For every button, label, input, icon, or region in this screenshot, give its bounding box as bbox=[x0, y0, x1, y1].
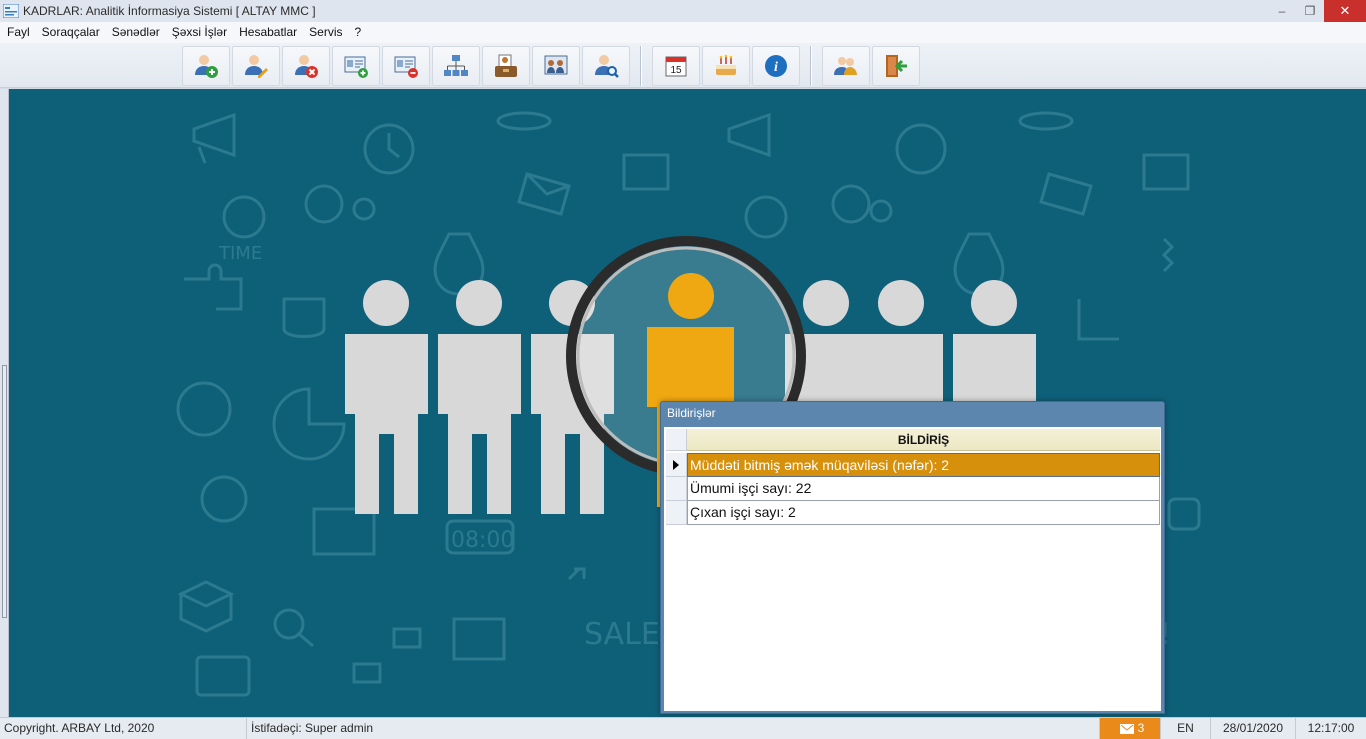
close-button[interactable]: ✕ bbox=[1324, 0, 1366, 22]
notifications-dialog: Bildirişlər BİLDİRİŞ Müddəti bitmiş əmək… bbox=[660, 401, 1165, 714]
documents-button[interactable] bbox=[482, 46, 530, 86]
calendar-icon: 15 bbox=[665, 56, 687, 77]
edit-employee-button[interactable] bbox=[232, 46, 280, 86]
staff-board-button[interactable] bbox=[532, 46, 580, 86]
megaphone-icon bbox=[192, 112, 236, 164]
users-button[interactable] bbox=[822, 46, 870, 86]
box-icon bbox=[177, 580, 235, 633]
table-row[interactable]: Müddəti bitmiş əmək müqaviləsi (nəfər): … bbox=[666, 453, 1160, 477]
delete-employee-button[interactable] bbox=[282, 46, 330, 86]
notifications-count: 3 bbox=[1137, 721, 1145, 735]
person-figure bbox=[438, 280, 521, 514]
lightbulb-icon bbox=[200, 475, 248, 523]
row-indicator bbox=[666, 501, 687, 525]
menu-help[interactable]: ? bbox=[348, 22, 367, 43]
toolbar: 15 i bbox=[0, 43, 1366, 88]
presentation-icon bbox=[452, 617, 506, 661]
toolbar-separator bbox=[640, 46, 642, 86]
users-key-icon bbox=[834, 57, 857, 75]
menu-hesabatlar[interactable]: Hesabatlar bbox=[233, 22, 303, 43]
chart-board-icon bbox=[312, 507, 376, 556]
flowchart-icon bbox=[392, 627, 422, 649]
side-panel-handle[interactable] bbox=[2, 365, 7, 618]
svg-text:TIME: TIME bbox=[218, 243, 262, 264]
edit-user-icon bbox=[245, 55, 268, 78]
magnifier-icon bbox=[273, 608, 305, 640]
column-header[interactable]: BİLDİRİŞ bbox=[687, 429, 1160, 451]
info-glyph: i bbox=[774, 60, 778, 75]
delete-user-icon bbox=[295, 55, 318, 78]
search-user-icon bbox=[595, 55, 619, 78]
status-time: 12:17:00 bbox=[1307, 721, 1355, 735]
exit-button[interactable] bbox=[872, 46, 920, 86]
pie-chart-icon bbox=[272, 387, 346, 461]
menu-soraqcalar[interactable]: Soraqçalar bbox=[36, 22, 106, 43]
letter-icon bbox=[622, 153, 670, 191]
briefcase-document-icon bbox=[495, 54, 517, 77]
restore-button[interactable]: ❐ bbox=[1296, 0, 1324, 22]
birthdays-button[interactable] bbox=[702, 46, 750, 86]
notification-cell[interactable]: Müddəti bitmiş əmək müqaviləsi (nəfər): … bbox=[687, 453, 1160, 477]
copyright-text: Copyright. ARBAY Ltd, 2020 bbox=[0, 718, 247, 739]
remove-card-icon bbox=[394, 56, 418, 78]
language-indicator[interactable]: EN bbox=[1161, 718, 1211, 739]
exit-door-icon bbox=[886, 55, 907, 77]
menu-sexsi-isler[interactable]: Şəxsi İşlər bbox=[166, 22, 233, 43]
notifications-grid: BİLDİRİŞ Müddəti bitmiş əmək müqaviləsi … bbox=[664, 427, 1161, 711]
notifications-badge[interactable]: 3 bbox=[1100, 718, 1161, 739]
svg-text:SALE.: SALE. bbox=[584, 617, 669, 652]
info-icon: i bbox=[765, 55, 787, 77]
minimize-button[interactable]: – bbox=[1268, 0, 1296, 22]
app-icon bbox=[3, 4, 19, 18]
staff-board-icon bbox=[544, 55, 568, 75]
menu-senedler[interactable]: Sənədlər bbox=[106, 22, 166, 43]
dialog-title: Bildirişlər bbox=[667, 406, 716, 420]
menu-bar: Fayl Soraqçalar Sənədlər Şəxsi İşlər Hes… bbox=[0, 22, 1366, 43]
row-indicator bbox=[666, 453, 687, 477]
current-user: İstifadəçi: Super admin bbox=[247, 718, 1100, 739]
svg-text:08:00: 08:00 bbox=[451, 528, 514, 553]
window-controls: – ❐ ✕ bbox=[1268, 0, 1366, 22]
add-card-button[interactable] bbox=[332, 46, 380, 86]
remove-card-button[interactable] bbox=[382, 46, 430, 86]
notification-cell[interactable]: Çıxan işçi sayı: 2 bbox=[687, 501, 1160, 525]
add-user-icon bbox=[195, 55, 218, 78]
menu-servis[interactable]: Servis bbox=[303, 22, 348, 43]
cup-icon bbox=[282, 297, 326, 338]
search-employee-button[interactable] bbox=[582, 46, 630, 86]
ufo-icon bbox=[496, 111, 552, 131]
toolbar-separator bbox=[810, 46, 812, 86]
status-bar: Copyright. ARBAY Ltd, 2020 İstifadəçi: S… bbox=[0, 717, 1366, 739]
birthday-cake-icon bbox=[716, 54, 736, 75]
table-row[interactable]: Ümumi işçi sayı: 22 bbox=[666, 477, 1160, 501]
row-header-corner bbox=[666, 429, 687, 451]
calendar-button[interactable]: 15 bbox=[652, 46, 700, 86]
status-date: 28/01/2020 bbox=[1211, 718, 1296, 739]
side-panel-strip bbox=[0, 89, 9, 717]
title-bar: KADRLAR: Analitik İnformasiya Sistemi [ … bbox=[0, 0, 1366, 22]
info-button[interactable]: i bbox=[752, 46, 800, 86]
dollar-icon bbox=[176, 381, 232, 437]
row-pointer-icon bbox=[673, 459, 679, 470]
org-structure-button[interactable] bbox=[432, 46, 480, 86]
notification-cell[interactable]: Ümumi işçi sayı: 22 bbox=[687, 477, 1160, 501]
briefcase-icon bbox=[195, 655, 251, 697]
envelope-icon bbox=[517, 172, 571, 216]
clock-icon bbox=[222, 195, 266, 239]
add-card-icon bbox=[344, 56, 368, 78]
org-structure-icon bbox=[444, 55, 468, 76]
grid-header: BİLDİRİŞ bbox=[666, 429, 1160, 451]
table-row[interactable]: Çıxan işçi sayı: 2 bbox=[666, 501, 1160, 525]
row-indicator bbox=[666, 477, 687, 501]
menu-fayl[interactable]: Fayl bbox=[1, 22, 36, 43]
add-employee-button[interactable] bbox=[182, 46, 230, 86]
window-title: KADRLAR: Analitik İnformasiya Sistemi [ … bbox=[23, 4, 316, 18]
envelope-icon bbox=[1119, 723, 1134, 734]
person-figure bbox=[345, 280, 428, 514]
calendar-day: 15 bbox=[670, 65, 682, 76]
puzzle-icon bbox=[184, 263, 243, 311]
gear-icon bbox=[304, 184, 344, 224]
